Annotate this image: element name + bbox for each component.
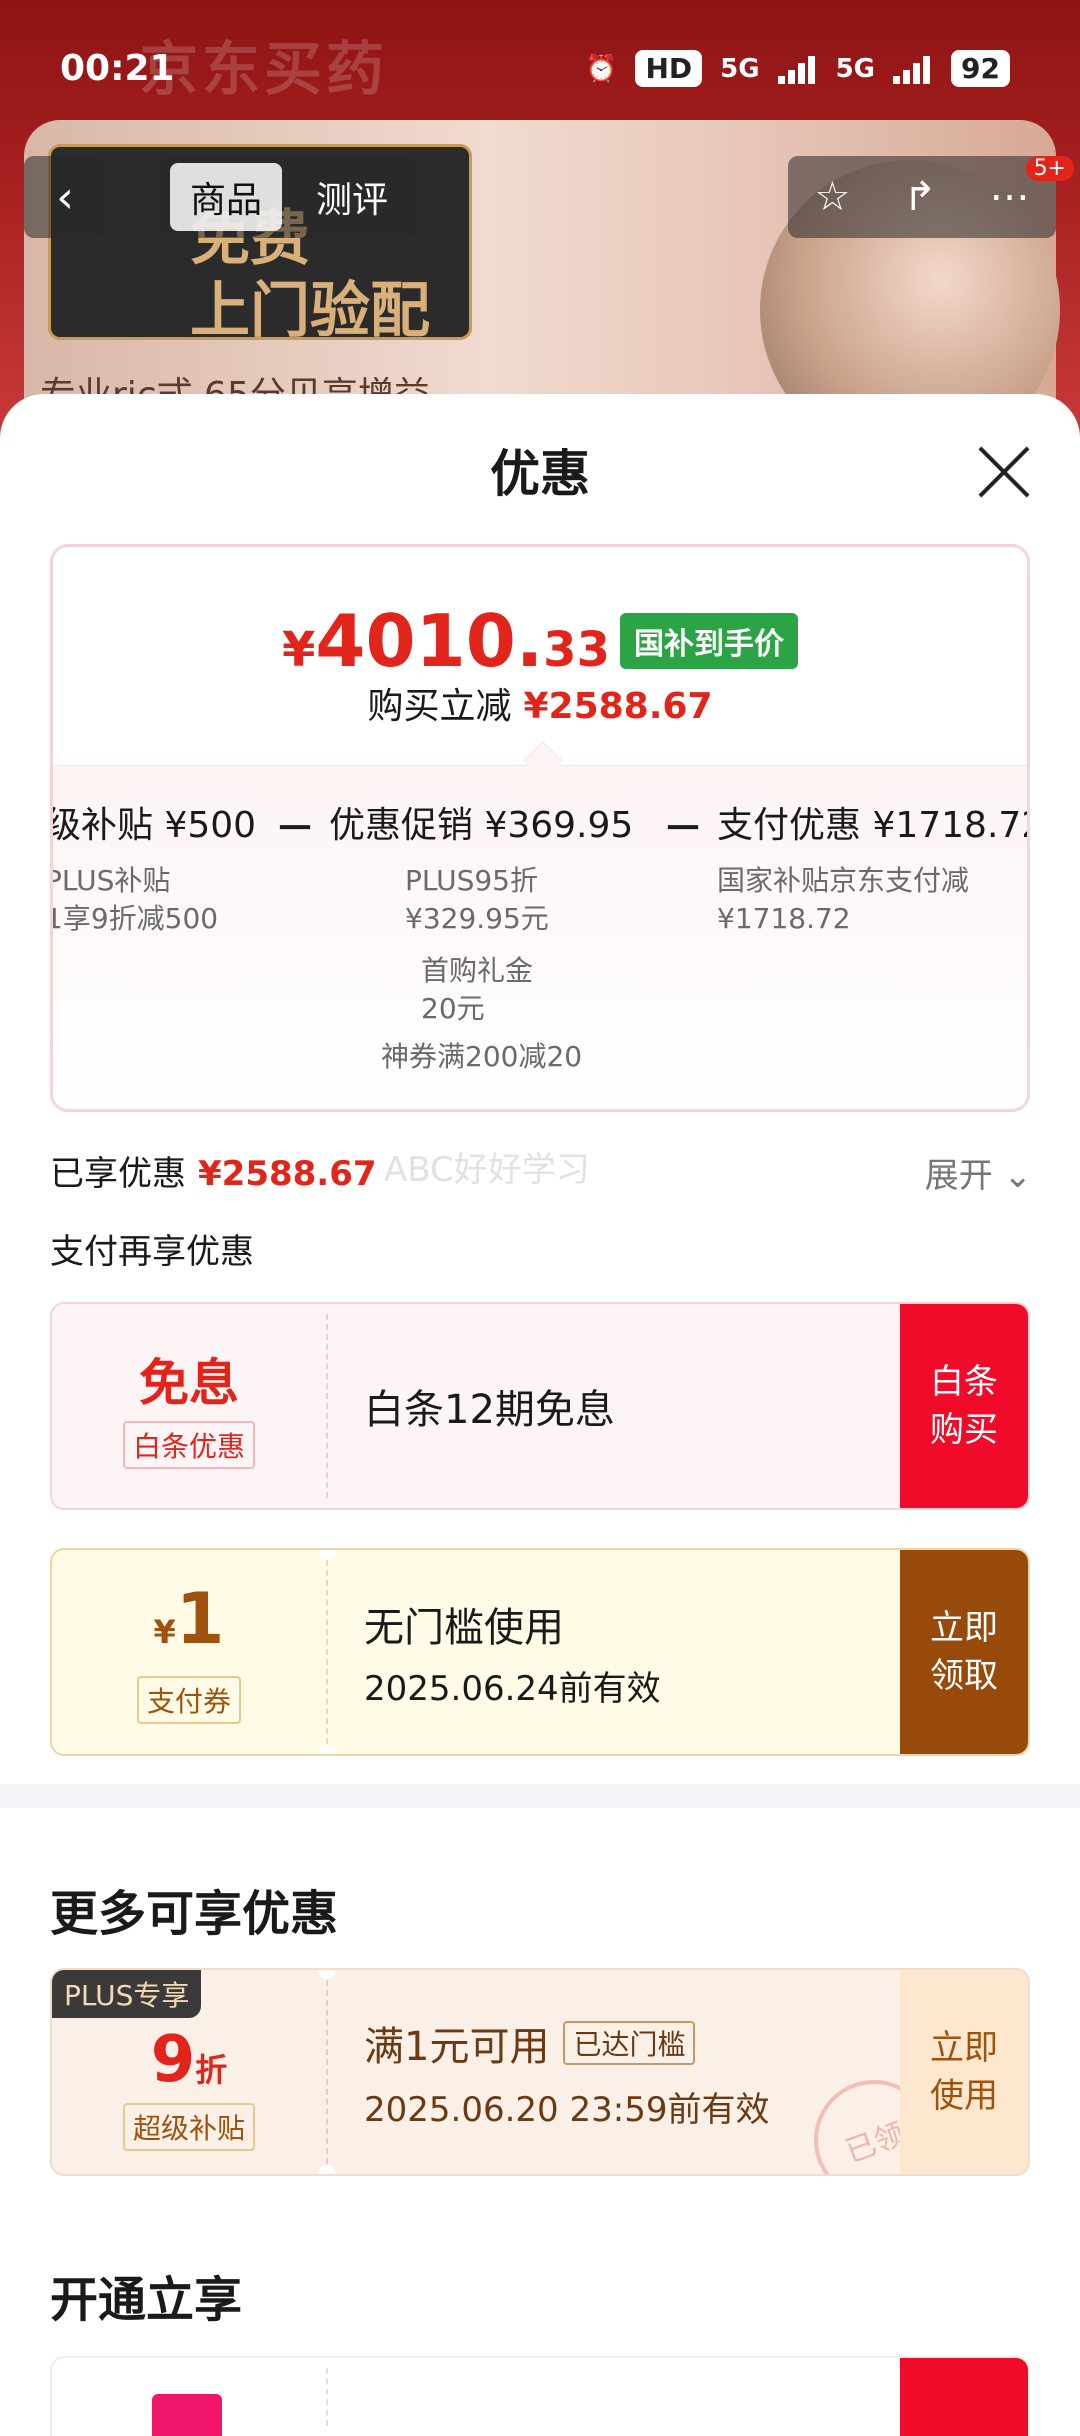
- coupon-title: 满1元可用 已达门槛: [364, 2014, 769, 2072]
- claim-button[interactable]: 立即领取: [900, 1550, 1028, 1754]
- reduce-amount: ¥2588.67: [523, 686, 713, 727]
- minus-sign: －: [663, 806, 703, 852]
- action-buttons: ☆ ↱ ⋯ 5+: [788, 156, 1074, 238]
- price-card: ¥ 4010. 33 国补到手价 购买立减 ¥2588.67 级补贴 ¥500 P…: [50, 544, 1030, 1112]
- breakdown-promotion: 优惠促销 ¥369.95 PLUS95折 ¥329.95元 首购礼金 20元 神…: [329, 796, 633, 1076]
- coupon-title: 白条12期免息: [364, 1387, 615, 1433]
- coupon-divider: [326, 1980, 328, 2164]
- close-icon[interactable]: [976, 444, 1032, 500]
- reduce-line: 购买立减 ¥2588.67: [53, 677, 1027, 729]
- pay-more-label: 支付再享优惠: [50, 1232, 254, 1272]
- alarm-icon: ⏰: [585, 53, 618, 84]
- share-icon[interactable]: ↱: [903, 174, 937, 220]
- coupon-left: 免息 白条优惠: [52, 1304, 326, 1508]
- coupon-tag: 超级补贴: [122, 2103, 255, 2151]
- breakdown-subsidy: 级补贴 ¥500 PLUS补贴 1享9折减500: [50, 796, 257, 938]
- coupon-divider: [326, 2368, 328, 2426]
- button-label: 立即领取: [930, 1608, 998, 1696]
- brand-logo: [152, 2394, 222, 2436]
- enjoyed-amount: ¥2588.67: [198, 1154, 377, 1194]
- coupon-value: ¥1: [154, 1581, 225, 1670]
- coupon-info: 白条12期免息: [364, 1304, 615, 1508]
- section-gap: [0, 1784, 1080, 1808]
- coupon-title: 无门槛使用: [364, 1604, 564, 1651]
- use-now-button[interactable]: 立即使用: [900, 1970, 1028, 2174]
- watermark: ABC好好学习: [384, 1150, 590, 1190]
- coupon-info: 满1元可用 已达门槛 2025.06.20 23:59前有效: [364, 1970, 769, 2174]
- coupon-left: 9折 超级补贴: [52, 1970, 326, 2174]
- pay-coupon: ¥1 支付券 无门槛使用 2025.06.24前有效 立即领取: [50, 1548, 1030, 1756]
- price-breakdown: 级补贴 ¥500 PLUS补贴 1享9折减500 － 优惠促销 ¥369.95 …: [50, 765, 1030, 1109]
- threshold-tag: 已达门槛: [563, 2020, 696, 2065]
- coupon-tag: 白条优惠: [122, 1421, 255, 1469]
- status-icons: ⏰ HD 5G 5G 92: [585, 50, 1010, 87]
- currency-symbol: ¥: [153, 1612, 176, 1651]
- coupon-amount: 1: [175, 1577, 225, 1660]
- message-badge: 5+: [1025, 156, 1074, 181]
- breakdown-line: PLUS95折: [405, 864, 538, 897]
- status-bar: 00:21 ⏰ HD 5G 5G 92: [0, 0, 1080, 140]
- breakdown-line: ¥1718.72: [717, 902, 851, 935]
- more-icon[interactable]: ⋯: [990, 174, 1030, 220]
- tab-bar: 商品 测评: [160, 156, 419, 238]
- signal-icon-2: [893, 54, 933, 84]
- price-integer: 4010.: [315, 599, 544, 683]
- final-price: ¥ 4010. 33 国补到手价: [53, 599, 1027, 683]
- breakdown-line: ¥329.95元: [405, 902, 549, 935]
- star-icon[interactable]: ☆: [814, 174, 850, 220]
- tab-product[interactable]: 商品: [170, 163, 283, 231]
- currency-symbol: ¥: [282, 622, 316, 678]
- coupon-condition: 满1元可用: [364, 2023, 550, 2070]
- discount-unit: 折: [195, 2051, 228, 2089]
- breakdown-head: 级补贴 ¥500: [50, 805, 257, 846]
- breakdown-line: 神券满200减20: [381, 1040, 583, 1073]
- coupon-value: 免息: [139, 1354, 239, 1412]
- coupon-divider: [326, 1314, 328, 1498]
- discount-sheet: 优惠 ¥ 4010. 33 国补到手价 购买立减 ¥2588.67 级补贴 ¥50…: [0, 394, 1080, 2436]
- top-navigation: ‹ 商品 测评 ☆ ↱ ⋯ 5+: [24, 156, 1074, 238]
- sheet-title: 优惠: [490, 445, 590, 503]
- button-label: 立即使用: [930, 2028, 998, 2116]
- net2-label: 5G: [835, 53, 876, 84]
- ad-line-2: 上门验配: [190, 276, 430, 346]
- reduce-label: 购买立减: [367, 686, 512, 727]
- open-coupon: [50, 2356, 1030, 2436]
- expand-button[interactable]: 展开 ⌄: [925, 1148, 1032, 1197]
- net1-label: 5G: [720, 53, 760, 84]
- breakdown-payment: 支付优惠 ¥1718.72 国家补贴京东支付减 ¥1718.72: [717, 796, 1030, 938]
- discount-number: 9: [150, 2023, 196, 2097]
- back-button[interactable]: ‹: [24, 156, 106, 238]
- breakdown-line: 20元: [421, 992, 485, 1025]
- breakdown-line: PLUS补贴: [50, 864, 171, 897]
- hd-icon: HD: [635, 50, 703, 87]
- coupon-validity: 2025.06.24前有效: [364, 1668, 661, 1709]
- baitiao-buy-button[interactable]: 白条购买: [900, 1304, 1028, 1508]
- minus-sign: －: [275, 806, 315, 852]
- subsidy-price-tag: 国补到手价: [619, 613, 798, 669]
- coupon-info: 无门槛使用 2025.06.24前有效: [364, 1550, 661, 1754]
- baitiao-coupon: 免息 白条优惠 白条12期免息 白条购买: [50, 1302, 1030, 1510]
- coupon-divider: [326, 1560, 328, 1744]
- clock: 00:21: [60, 48, 175, 89]
- tab-review[interactable]: 测评: [296, 163, 408, 231]
- plus-coupon: PLUS专享 9折 超级补贴 满1元可用 已达门槛 2025.06.20 23:5…: [50, 1968, 1030, 2176]
- enjoyed-discount: 已享优惠 ¥2588.67: [50, 1146, 377, 1195]
- coupon-value: 9折: [151, 2023, 228, 2097]
- open-benefits-title: 开通立享: [50, 2272, 243, 2328]
- battery-icon: 92: [951, 50, 1010, 87]
- breakdown-line: 国家补贴京东支付减: [717, 864, 970, 897]
- breakdown-line: 首购礼金: [421, 954, 534, 987]
- coupon-validity: 2025.06.20 23:59前有效: [364, 2089, 770, 2130]
- coupon-tag: 支付券: [136, 1675, 241, 1724]
- button-label: 白条购买: [930, 1362, 998, 1450]
- price-decimal: 33: [543, 622, 610, 678]
- more-discounts-title: 更多可享优惠: [50, 1886, 339, 1942]
- breakdown-line: 1享9折减500: [50, 902, 219, 935]
- breakdown-head: 支付优惠 ¥1718.72: [717, 805, 1030, 846]
- open-button[interactable]: [900, 2358, 1028, 2436]
- breakdown-head: 优惠促销 ¥369.95: [329, 805, 634, 846]
- signal-icon: [777, 54, 818, 84]
- coupon-left: ¥1 支付券: [52, 1550, 326, 1754]
- enjoyed-label: 已享优惠: [50, 1154, 186, 1194]
